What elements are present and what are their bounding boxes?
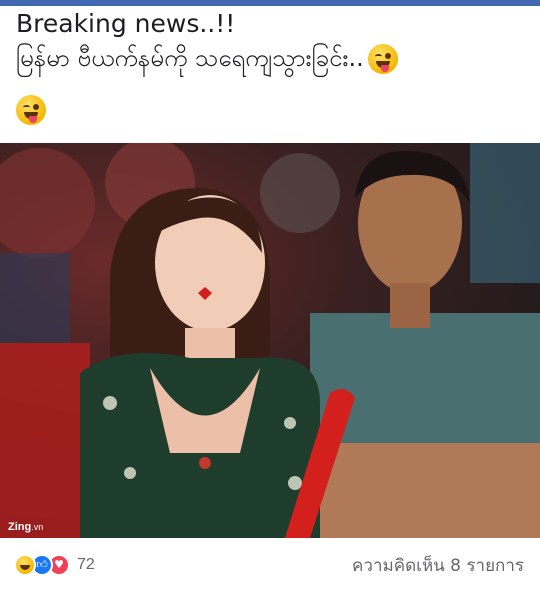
winking-tongue-emoji-icon bbox=[16, 95, 46, 125]
photo-illustration bbox=[0, 143, 540, 538]
photo-watermark: Zing.vn bbox=[8, 521, 44, 533]
reactions-summary[interactable]: 👍︎ ♥ 72 bbox=[14, 554, 95, 576]
haha-reaction-icon bbox=[14, 554, 36, 576]
comment-count-link[interactable]: ความคิดเห็น 8 รายการ bbox=[352, 552, 524, 579]
post-emoji-row bbox=[16, 95, 46, 125]
winking-tongue-emoji-icon bbox=[367, 44, 398, 74]
post-text: Breaking news..!! မြန်မာ ဗီယက်နမ်ကို သရေ… bbox=[16, 8, 526, 76]
reaction-count: 72 bbox=[77, 556, 95, 573]
post-photo[interactable]: Zing.vn bbox=[0, 143, 540, 538]
post-footer: 👍︎ ♥ 72 ความคิดเห็น 8 รายการ bbox=[0, 538, 540, 592]
post-headline: Breaking news..!! bbox=[16, 9, 236, 38]
top-accent-bar bbox=[0, 0, 540, 6]
post-body-text: မြန်မာ ဗီယက်နမ်ကို သရေကျသွားခြင်း.. bbox=[16, 44, 364, 72]
post-body-line: မြန်မာ ဗီယက်နမ်ကို သရေကျသွားခြင်း.. bbox=[16, 40, 526, 76]
